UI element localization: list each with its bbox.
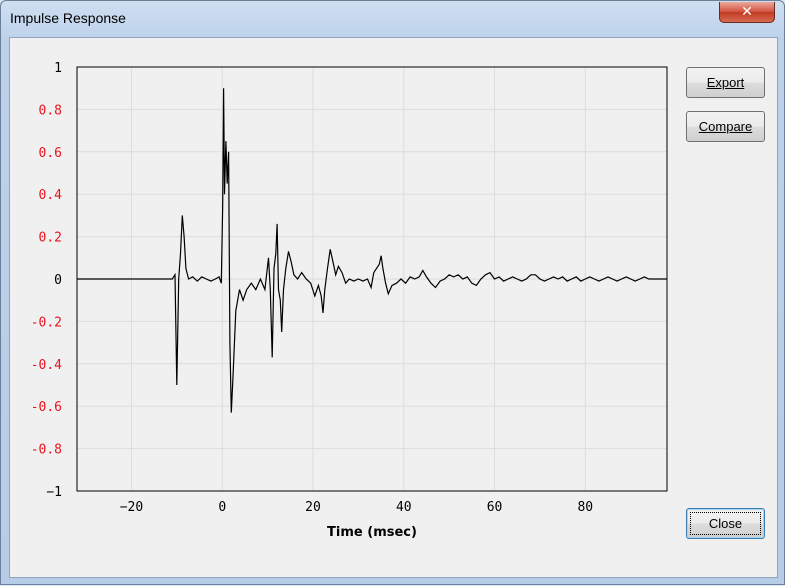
y-tick-label: 0 [54, 273, 62, 288]
x-tick-label: 60 [487, 500, 503, 515]
x-tick-label: 20 [305, 500, 321, 515]
x-tick-label: −20 [120, 500, 143, 515]
y-tick-label: -0.6 [31, 400, 62, 415]
x-tick-label: 0 [218, 500, 226, 515]
compare-button-label: Compare [698, 119, 753, 134]
compare-button[interactable]: Compare [686, 111, 765, 142]
y-tick-label: -0.8 [31, 443, 62, 458]
close-button[interactable]: Close [686, 508, 765, 539]
x-tick-label: 80 [577, 500, 593, 515]
impulse-response-window: Impulse Response ✕ 1 0.8 0.6 0.4 0.2 0 -0.2 -0.… [0, 0, 785, 585]
y-tick-label: 1 [54, 61, 62, 76]
impulse-response-chart: 1 0.8 0.6 0.4 0.2 0 -0.2 -0.4 -0.6 -0.8 −1 −20 0 20 4… [31, 61, 668, 540]
y-tick-label: 0.2 [39, 231, 62, 246]
y-tick-label: 0.4 [39, 188, 63, 203]
y-tick-label: 0.6 [39, 146, 62, 161]
y-axis-ticks: 1 0.8 0.6 0.4 0.2 0 -0.2 -0.4 -0.6 -0.8 −1 [31, 61, 62, 500]
x-axis-label: Time (msec) [327, 525, 417, 540]
y-tick-label: −1 [46, 485, 62, 500]
export-button-label: Export [706, 75, 745, 90]
y-tick-label: -0.2 [31, 315, 62, 330]
x-axis-ticks: −20 0 20 40 60 80 [120, 500, 593, 515]
focus-rect [690, 512, 761, 535]
export-button[interactable]: Export [686, 67, 765, 98]
x-tick-label: 40 [396, 500, 412, 515]
y-tick-label: -0.4 [31, 358, 62, 373]
y-tick-label: 0.8 [39, 103, 62, 118]
